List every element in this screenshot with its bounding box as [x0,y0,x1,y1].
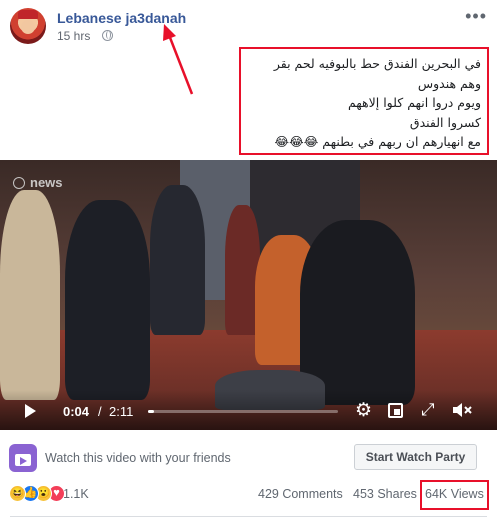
total-time: 2:11 [109,404,134,419]
caption-highlight-box: في البحرين الفندق حط بالبوفيه لحم بقر وه… [239,47,489,155]
watch-party-prompt: Watch this video with your friends [45,451,231,465]
globe-icon [102,30,113,41]
caption-line: وهم هندوس [417,75,481,91]
watch-party-row: Watch this video with your friends Start… [0,437,497,477]
caption-line: في البحرين الفندق حط بالبوفيه لحم بقر [273,56,481,71]
avatar-hat [18,10,38,19]
caption-line: مع انهيارهم ان ربهم في بطنهم 😂😂😂 [274,134,481,149]
avatar-face [21,20,35,34]
video-scene-person [0,190,60,400]
watch-party-icon [9,444,37,472]
post-timestamp[interactable]: 15 hrs [57,29,90,43]
page-name-link[interactable]: Lebanese ja3danah [57,10,186,26]
page-avatar[interactable] [10,8,46,44]
video-controls: 0:04 / 2:11 ⚙ ⤢ [0,390,497,430]
play-icon[interactable] [25,404,36,418]
mute-icon[interactable] [452,402,474,418]
comments-count[interactable]: 429 Comments [258,487,343,501]
divider [10,516,487,517]
caption-line: ويوم دروا انهم كلوا إلاههم [347,95,481,110]
haha-reaction-icon[interactable]: 😆 [9,485,26,502]
video-watermark: news [30,175,63,190]
fullscreen-icon[interactable]: ⤢ [421,400,435,420]
video-player[interactable]: news 0:04 / 2:11 ⚙ ⤢ [0,160,497,430]
shares-count[interactable]: 453 Shares [353,487,417,501]
time-separator: / [98,404,102,419]
progress-bar[interactable] [148,410,338,413]
engagement-stats: 😆 👍 😮 ♥ 1.1K 429 Comments 453 Shares 64K… [0,480,497,510]
current-time: 0:04 [63,404,90,419]
progress-fill [148,410,154,413]
video-scene-person [150,185,205,335]
more-horizontal-icon[interactable]: ••• [465,6,487,27]
picture-in-picture-icon[interactable] [388,403,403,418]
reaction-count[interactable]: 1.1K [63,487,89,501]
settings-icon[interactable]: ⚙ [355,401,372,420]
caption-line: كسروا الفندق [409,114,481,130]
post-header: Lebanese ja3danah 15 hrs ••• [0,0,497,50]
views-count: 64K Views [425,487,484,501]
start-watch-party-button[interactable]: Start Watch Party [354,444,477,470]
video-scene-person [65,200,150,400]
